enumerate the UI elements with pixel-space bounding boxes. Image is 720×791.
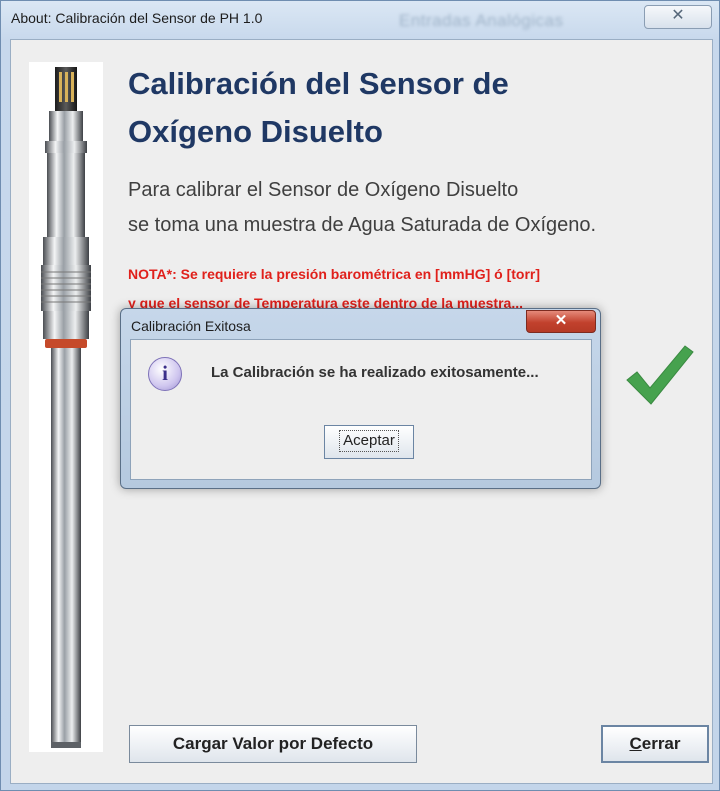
- description-line-2: se toma una muestra de Agua Saturada de …: [128, 214, 597, 236]
- checkmark-icon: [626, 345, 694, 405]
- close-icon: ✕: [671, 7, 685, 24]
- dialog-close-icon: ✕: [554, 312, 568, 329]
- load-default-value-button[interactable]: Cargar Valor por Defecto: [129, 725, 417, 763]
- close-button-mnemonic: C: [629, 734, 642, 753]
- page-title: Calibración del Sensor de Oxígeno Disuel…: [128, 60, 688, 156]
- calibration-success-dialog: Calibración Exitosa ✕ i La Calibración s…: [120, 308, 601, 489]
- window-close-button[interactable]: ✕: [644, 5, 712, 29]
- background-window-title: Entradas Analógicas: [399, 11, 564, 30]
- page-title-line-1: Calibración del Sensor de: [128, 66, 509, 101]
- description-line-1: Para calibrar el Sensor de Oxígeno Disue…: [128, 179, 519, 201]
- info-icon: i: [148, 357, 182, 391]
- about-window: About: Calibración del Sensor de PH 1.0 …: [0, 0, 720, 791]
- window-titlebar[interactable]: About: Calibración del Sensor de PH 1.0 …: [1, 1, 720, 39]
- accept-button[interactable]: Aceptar: [324, 425, 414, 459]
- dialog-title: Calibración Exitosa: [131, 318, 251, 334]
- oxygen-sensor-probe-image: [29, 62, 103, 752]
- dialog-close-button[interactable]: ✕: [526, 310, 596, 333]
- accept-button-label: Aceptar: [339, 430, 399, 452]
- note-line-1: NOTA*: Se requiere la presión barométric…: [128, 266, 541, 282]
- page-title-line-2: Oxígeno Disuelto: [128, 114, 383, 149]
- description-text: Para calibrar el Sensor de Oxígeno Disue…: [128, 173, 708, 243]
- dialog-message: La Calibración se ha realizado exitosame…: [211, 364, 539, 381]
- dialog-body: i La Calibración se ha realizado exitosa…: [130, 339, 592, 480]
- close-button[interactable]: Cerrar: [601, 725, 709, 763]
- close-button-label: errar: [641, 734, 681, 753]
- window-title: About: Calibración del Sensor de PH 1.0: [11, 10, 263, 26]
